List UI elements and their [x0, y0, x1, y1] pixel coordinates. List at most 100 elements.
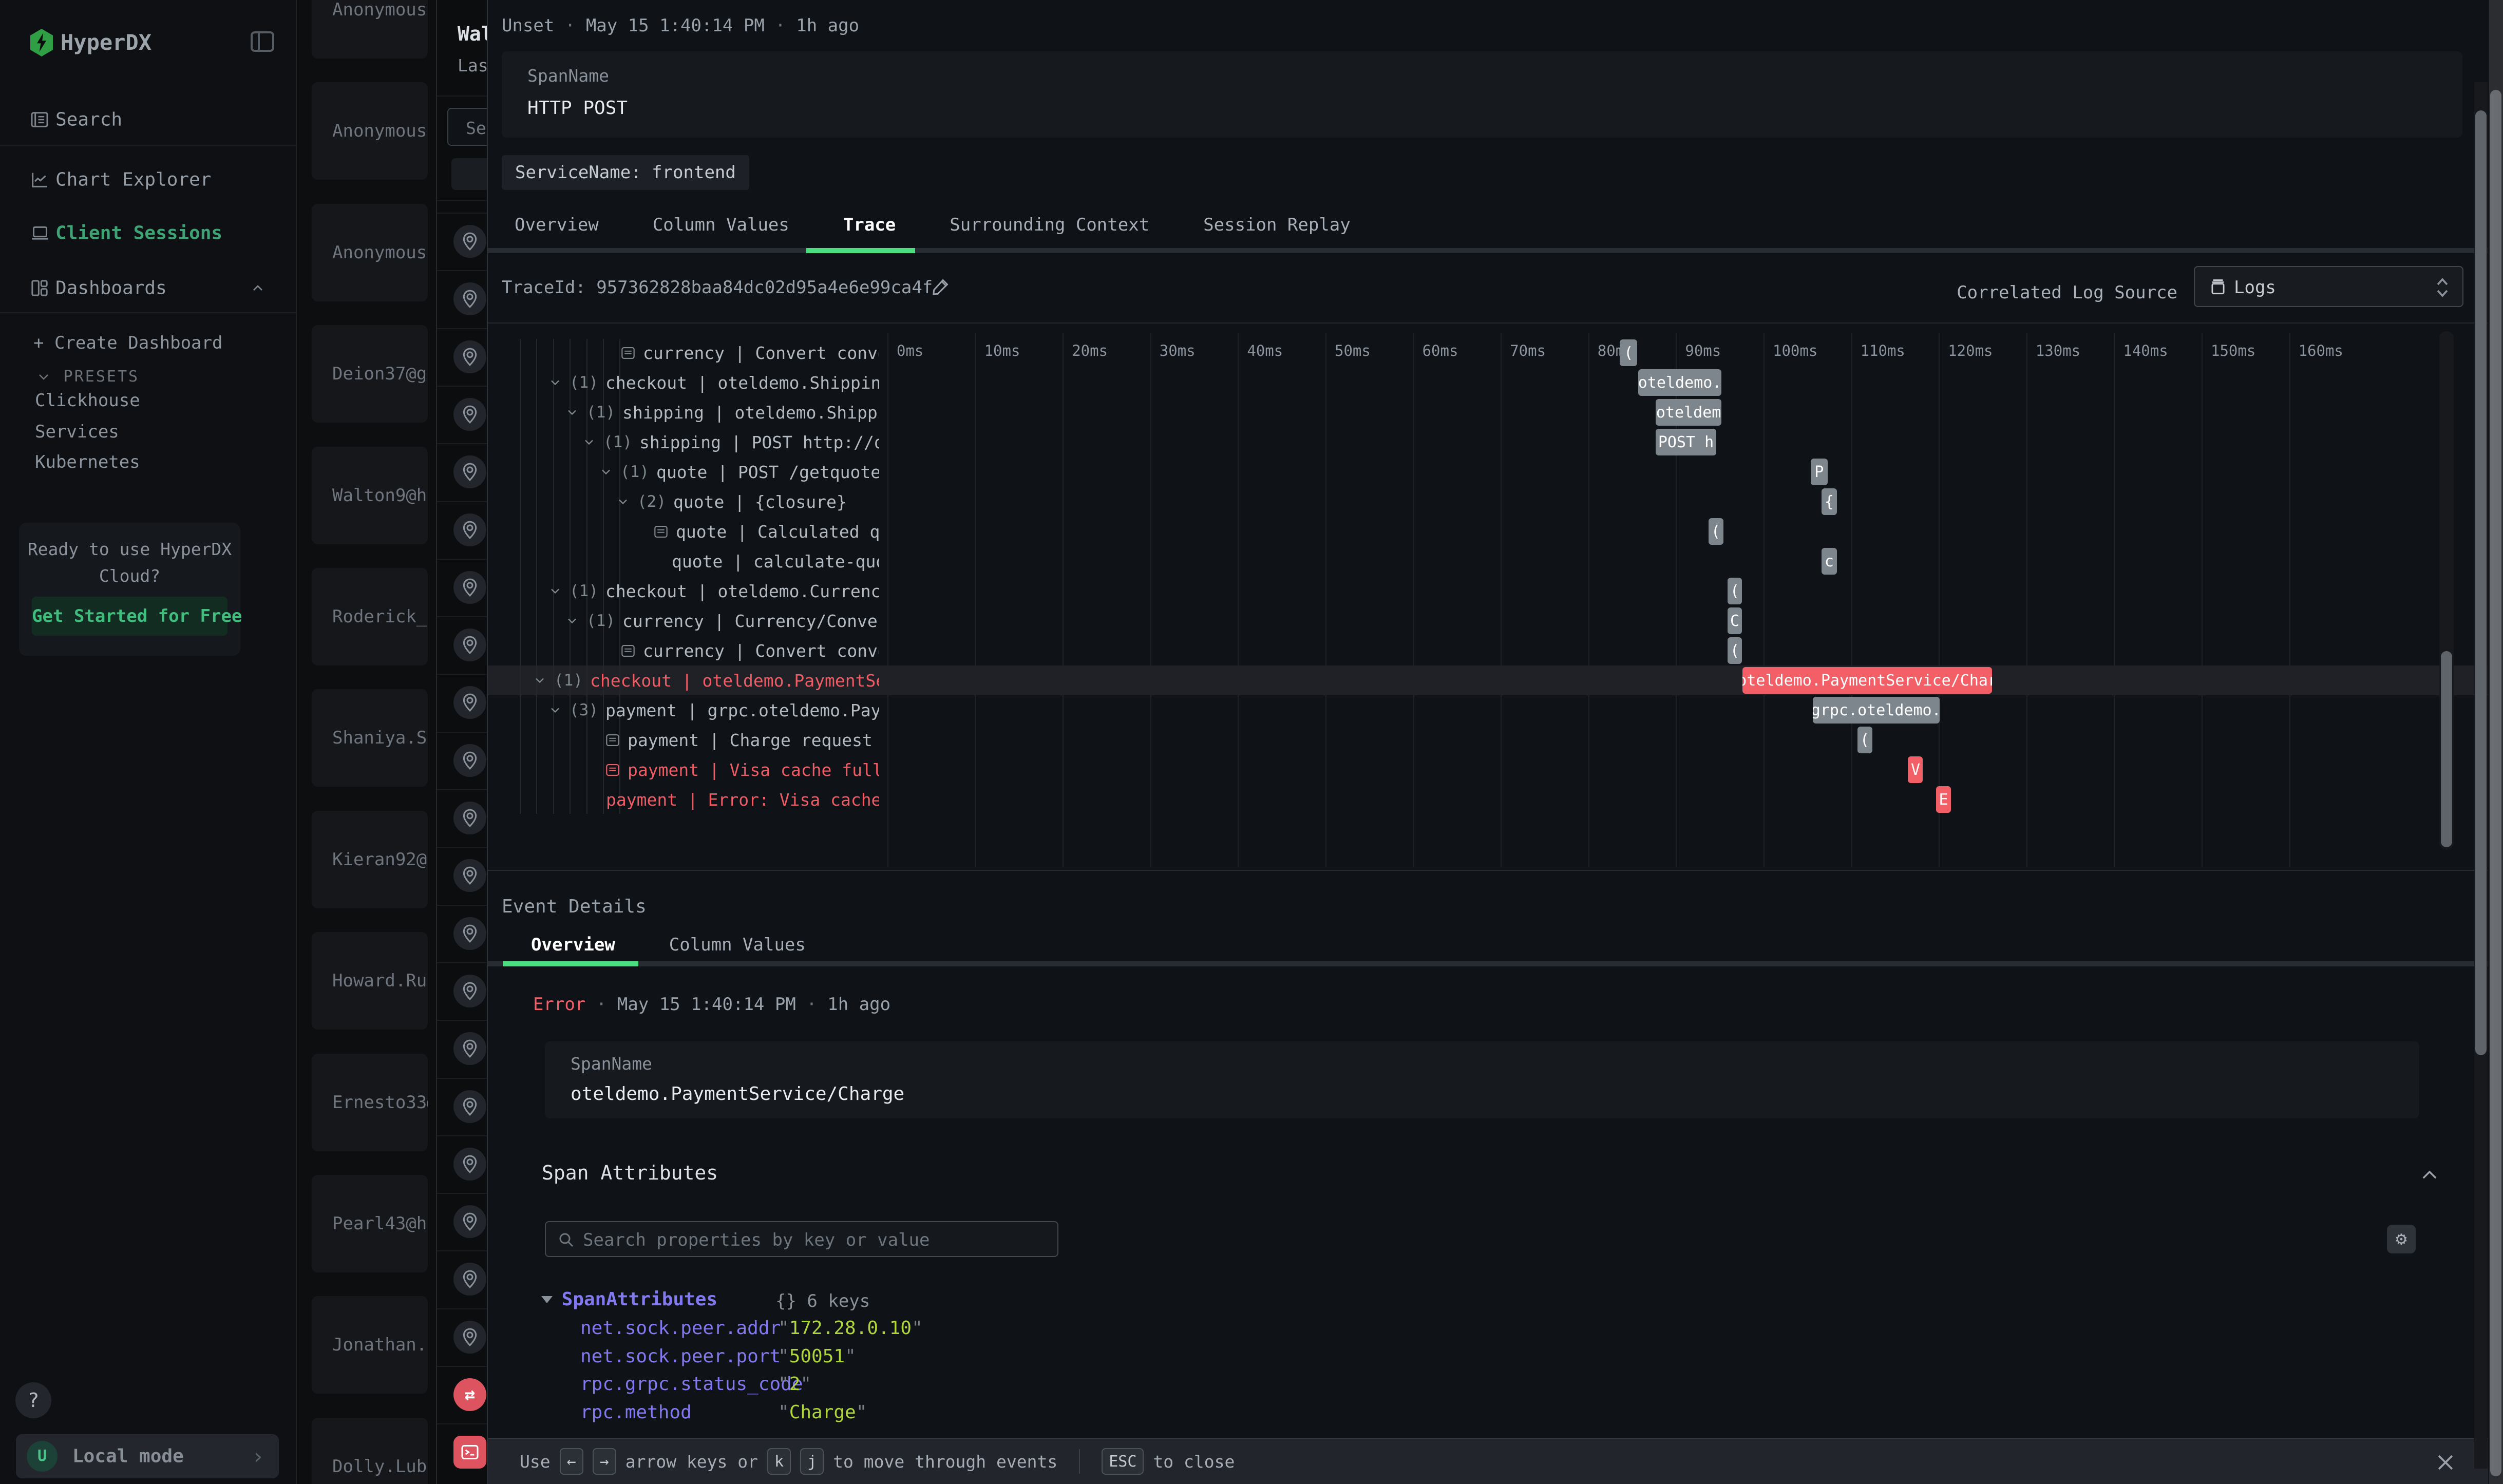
gear-icon[interactable]: ⚙	[2387, 1225, 2416, 1253]
attribute-row[interactable]: net.sock.peer.addr"172.28.0.10"	[580, 1318, 923, 1342]
session-card[interactable]: Walton9@ho	[312, 447, 428, 544]
chevron-down-icon[interactable]	[548, 584, 562, 598]
session-card[interactable]: Anonymous	[312, 0, 428, 59]
location-pin-icon[interactable]	[453, 1032, 486, 1065]
preset-item-services[interactable]: Services	[35, 417, 271, 446]
sidebar-item-dashboards[interactable]: Dashboards	[0, 269, 297, 307]
get-started-button[interactable]: Get Started for Free	[32, 597, 227, 636]
location-pin-icon[interactable]	[453, 1263, 486, 1296]
chevron-down-icon[interactable]	[599, 465, 613, 479]
attributes-root-row[interactable]: SpanAttributes	[541, 1289, 717, 1310]
event-tab-overview[interactable]: Overview	[531, 935, 615, 955]
event-tab-column-values[interactable]: Column Values	[669, 935, 806, 955]
peek-search-input[interactable]: Sea	[447, 108, 487, 146]
span-bar[interactable]: (	[1728, 637, 1742, 664]
waterfall-row[interactable]: (1)checkout | oteldemo.CurrencySe…	[488, 576, 879, 606]
location-pin-icon[interactable]	[453, 686, 486, 719]
chevron-down-icon[interactable]	[548, 703, 562, 717]
location-pin-icon[interactable]	[453, 513, 486, 546]
session-card[interactable]: Shaniya.Sc	[312, 689, 428, 787]
waterfall-row[interactable]: quote | calculate-quote	[488, 546, 879, 576]
span-bar[interactable]: oteldem	[1656, 399, 1721, 426]
session-card[interactable]: Dolly.Lubo	[312, 1418, 428, 1484]
preset-item-kubernetes[interactable]: Kubernetes	[35, 448, 271, 477]
attribute-row[interactable]: rpc.method"Charge"	[580, 1402, 867, 1426]
location-pin-icon[interactable]	[453, 1205, 486, 1238]
waterfall-row[interactable]: quote | Calculated q…	[488, 517, 879, 546]
waterfall-scrollbar[interactable]	[2439, 331, 2454, 850]
waterfall-row[interactable]: (1)shipping | POST http://quo…	[488, 427, 879, 457]
span-bar-error[interactable]: oteldemo.PaymentService/Char	[1742, 667, 1992, 694]
span-bar[interactable]: {	[1822, 488, 1837, 515]
span-bar[interactable]: (	[1728, 578, 1742, 604]
location-pin-icon[interactable]	[453, 744, 486, 777]
location-pin-icon[interactable]	[453, 1148, 486, 1181]
location-pin-icon[interactable]	[453, 571, 486, 604]
session-card[interactable]: Howard.Run	[312, 932, 428, 1030]
page-scrollbar[interactable]	[2489, 0, 2503, 1484]
span-bar[interactable]: (	[1709, 518, 1723, 545]
waterfall-row[interactable]: currency | Convert convers…	[488, 636, 879, 665]
preset-item-clickhouse[interactable]: Clickhouse	[35, 386, 271, 415]
location-pin-icon[interactable]	[453, 1321, 486, 1354]
waterfall-row[interactable]: (3)payment | grpc.oteldemo.Paymen…	[488, 695, 879, 725]
location-pin-icon[interactable]	[453, 282, 486, 315]
chevron-down-icon[interactable]	[565, 614, 579, 628]
span-bar[interactable]: oteldemo.	[1638, 369, 1721, 396]
location-pin-icon[interactable]	[453, 802, 486, 834]
location-pin-icon[interactable]	[453, 629, 486, 661]
sidebar-item-client-sessions[interactable]: Client Sessions	[0, 214, 297, 252]
attribute-row[interactable]: rpc.grpc.status_code"2"	[580, 1374, 811, 1398]
session-card[interactable]: Deion37@gm	[312, 325, 428, 423]
span-bar[interactable]: c	[1822, 548, 1837, 575]
page-scrollbar-thumb[interactable]	[2490, 90, 2501, 1476]
location-pin-icon[interactable]	[453, 398, 486, 431]
span-bar-error[interactable]: V	[1908, 756, 1923, 783]
waterfall-row[interactable]: (1)checkout | oteldemo.PaymentServi…	[488, 665, 879, 695]
create-dashboard-button[interactable]: + Create Dashboard	[33, 333, 222, 353]
sidebar-item-search[interactable]: Search	[0, 101, 297, 139]
span-bar-error[interactable]: E	[1936, 786, 1951, 813]
terminal-icon[interactable]	[453, 1436, 486, 1469]
waterfall-row[interactable]: currency | Convert convers…	[488, 338, 879, 368]
location-pin-icon[interactable]	[453, 975, 486, 1007]
location-pin-icon[interactable]	[453, 859, 486, 892]
chevron-down-icon[interactable]	[582, 435, 596, 449]
sidebar-collapse-icon[interactable]	[250, 31, 275, 52]
location-pin-icon[interactable]	[453, 340, 486, 373]
session-card[interactable]: Kieran92@h	[312, 811, 428, 908]
session-card[interactable]: Jonathan.B	[312, 1296, 428, 1394]
location-pin-icon[interactable]	[453, 225, 486, 258]
span-bar[interactable]: P	[1811, 459, 1827, 485]
span-bar[interactable]: C	[1728, 607, 1742, 634]
chevron-down-icon[interactable]	[533, 673, 547, 688]
waterfall-row[interactable]: (1)currency | Currency/Convert	[488, 606, 879, 636]
location-pin-icon[interactable]	[453, 917, 486, 950]
location-pin-icon[interactable]	[453, 455, 486, 488]
local-mode-menu[interactable]: U Local mode ›	[16, 1434, 279, 1478]
waterfall-row[interactable]: (2)quote | {closure}	[488, 487, 879, 517]
waterfall-row[interactable]: payment | Error: Visa cache ful…	[488, 785, 879, 814]
waterfall-row[interactable]: payment | Charge request rec…	[488, 725, 879, 755]
swap-arrows-icon[interactable]: ⇄	[453, 1378, 486, 1411]
chevron-down-icon[interactable]	[565, 405, 579, 420]
modal-scrollbar[interactable]	[2474, 82, 2488, 1469]
waterfall-row[interactable]: (1)checkout | oteldemo.ShippingSe…	[488, 368, 879, 397]
session-card[interactable]: Ernesto33@	[312, 1054, 428, 1151]
session-card[interactable]: Anonymous	[312, 82, 428, 180]
peek-button-fragment[interactable]: H	[451, 158, 487, 190]
chevron-down-icon[interactable]	[616, 494, 630, 509]
session-card[interactable]: Roderick_S	[312, 568, 428, 665]
attributes-search-input[interactable]: Search properties by key or value	[545, 1221, 1058, 1257]
span-bar[interactable]: (	[1620, 339, 1637, 366]
span-bar[interactable]: (	[1857, 727, 1872, 753]
location-pin-icon[interactable]	[453, 1090, 486, 1123]
session-card[interactable]: Anonymous	[312, 204, 428, 301]
session-card[interactable]: Pearl43@ho	[312, 1175, 428, 1272]
waterfall-scrollbar-thumb[interactable]	[2441, 651, 2452, 847]
attribute-row[interactable]: net.sock.peer.port"50051"	[580, 1346, 856, 1371]
help-button[interactable]: ?	[15, 1382, 51, 1418]
sidebar-item-chart-explorer[interactable]: Chart Explorer	[0, 161, 297, 199]
span-bar[interactable]: POST h	[1656, 429, 1716, 455]
chevron-up-icon[interactable]	[2419, 1165, 2440, 1186]
